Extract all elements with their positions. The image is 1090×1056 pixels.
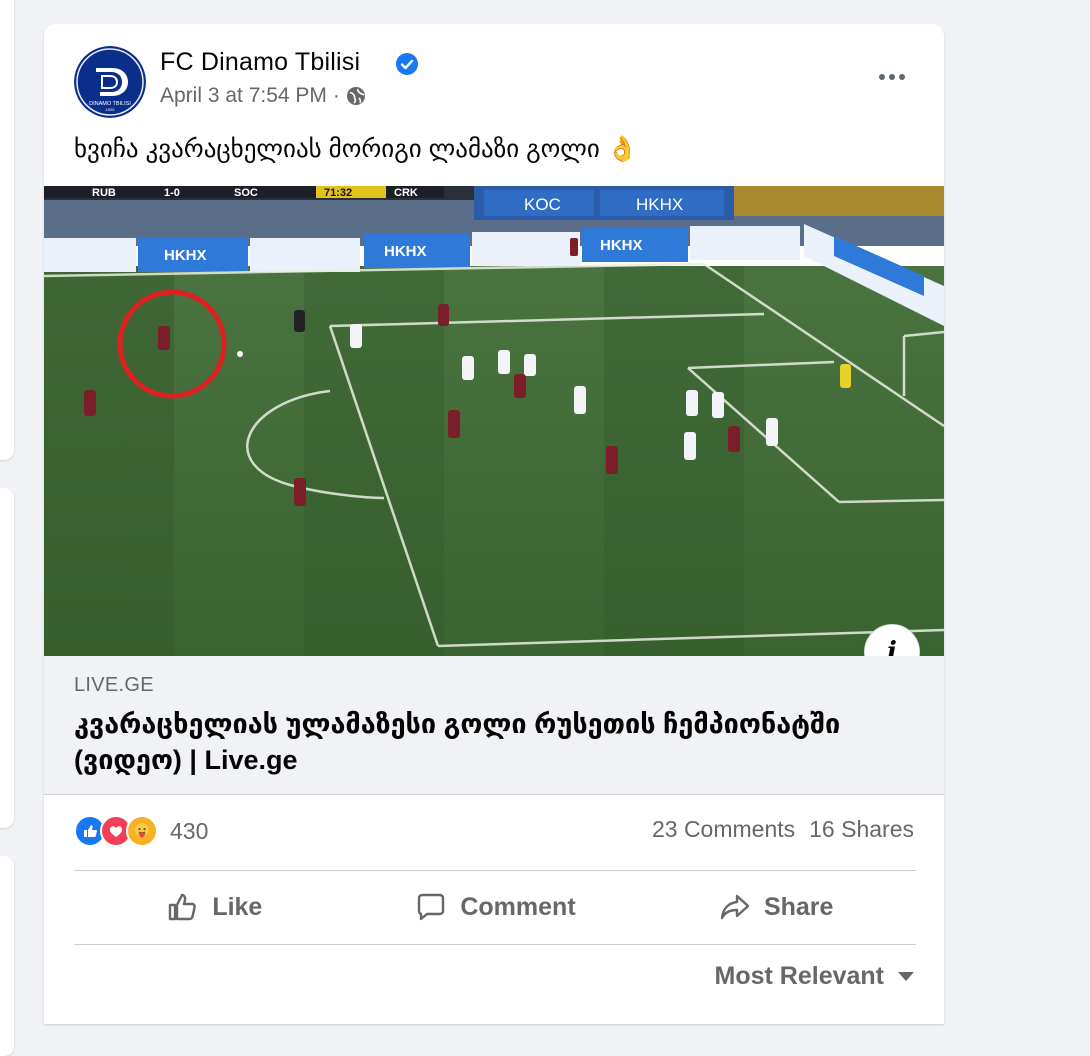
link-title[interactable]: კვარაცხელიას ულამაზესი გოლი რუსეთის ჩემპ… bbox=[74, 706, 854, 778]
comment-icon bbox=[418, 893, 445, 921]
share-button[interactable]: Share bbox=[635, 877, 916, 937]
globe-icon bbox=[346, 87, 365, 105]
left-card-2 bbox=[0, 488, 14, 828]
svg-text:1-0: 1-0 bbox=[164, 187, 180, 199]
link-domain: LIVE.GE bbox=[74, 674, 154, 696]
svg-text:KOC: KOC bbox=[524, 195, 561, 214]
engagement-counts: 23 Comments 16 Shares bbox=[652, 816, 914, 843]
svg-text:SOC: SOC bbox=[234, 187, 258, 199]
post-timestamp[interactable]: April 3 at 7:54 PM bbox=[160, 84, 327, 108]
comment-button[interactable]: Comment bbox=[355, 877, 636, 937]
caret-down-icon bbox=[898, 972, 914, 981]
thumbs-up-icon bbox=[169, 893, 197, 921]
divider-bottom bbox=[74, 944, 916, 945]
like-label: Like bbox=[212, 892, 263, 921]
care-reaction-icon bbox=[126, 815, 158, 847]
post-video[interactable]: RUB 1-0 SOC 71:32 CRK KOC HKHX HKHX HKHX… bbox=[44, 186, 944, 656]
meta-separator: · bbox=[332, 84, 340, 107]
share-label: Share bbox=[763, 892, 834, 921]
comment-sort-dropdown[interactable]: Most Relevant bbox=[715, 962, 914, 991]
svg-text:HKHX: HKHX bbox=[384, 243, 427, 260]
more-icon bbox=[879, 74, 885, 80]
svg-text:71:32: 71:32 bbox=[324, 187, 352, 199]
svg-text:1925: 1925 bbox=[106, 107, 116, 112]
post-text: ხვიჩა კვარაცხელიას მორიგი ლამაზი გოლი 👌 bbox=[74, 135, 638, 163]
svg-text:CRK: CRK bbox=[394, 187, 418, 199]
share-icon bbox=[720, 894, 750, 920]
svg-text:HKHX: HKHX bbox=[636, 195, 683, 214]
comment-label: Comment bbox=[460, 892, 576, 921]
like-button[interactable]: Like bbox=[74, 877, 355, 937]
svg-text:HKHX: HKHX bbox=[164, 247, 207, 264]
feed-post: DINAMO TBILISI 1925 FC Dinamo Tbilisi Ap… bbox=[44, 24, 944, 1024]
verified-icon bbox=[396, 53, 418, 75]
left-card-3 bbox=[0, 856, 14, 1056]
left-card-1 bbox=[0, 0, 14, 460]
shares-count[interactable]: 16 Shares bbox=[809, 816, 914, 843]
post-meta: April 3 at 7:54 PM · bbox=[160, 84, 366, 108]
link-preview[interactable]: LIVE.GE კვარაცხელიას ულამაზესი გოლი რუსე… bbox=[44, 656, 944, 795]
reactions-summary[interactable]: 430 bbox=[74, 814, 208, 848]
comments-count[interactable]: 23 Comments bbox=[652, 816, 795, 843]
more-options-button[interactable] bbox=[874, 64, 910, 90]
svg-text:RUB: RUB bbox=[92, 187, 116, 199]
svg-text:HKHX: HKHX bbox=[600, 237, 643, 254]
reaction-count: 430 bbox=[170, 817, 209, 844]
post-actions: Like Comment Share bbox=[74, 872, 916, 942]
divider-top bbox=[74, 870, 916, 871]
page-name[interactable]: FC Dinamo Tbilisi bbox=[160, 48, 360, 77]
sort-label: Most Relevant bbox=[714, 962, 884, 990]
page-avatar[interactable]: DINAMO TBILISI 1925 bbox=[74, 46, 146, 118]
